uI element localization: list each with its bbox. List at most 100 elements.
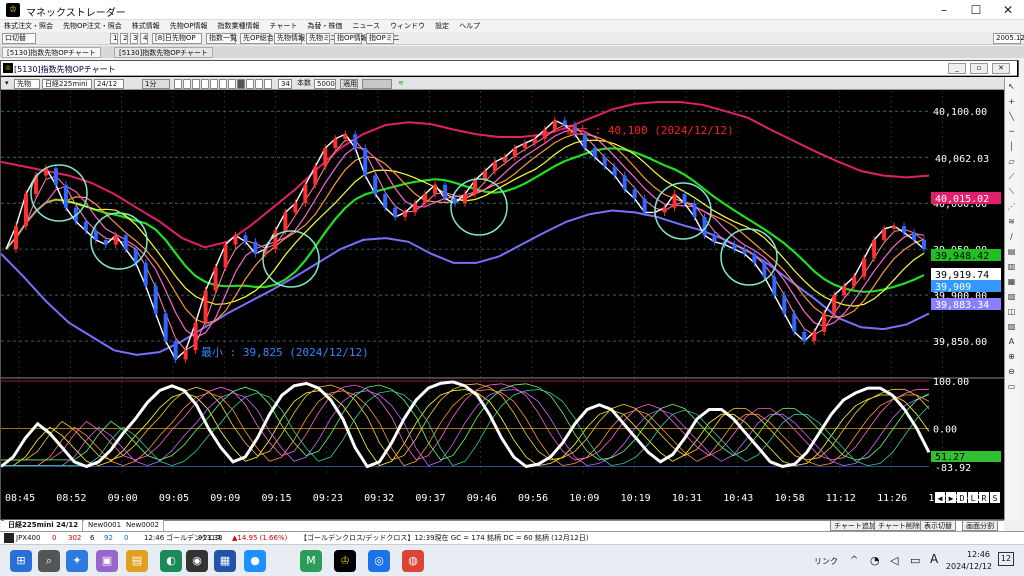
drawing-tool-icon-12[interactable]: ▥ bbox=[1005, 260, 1018, 273]
chart-plot-area[interactable]: 40,100.0040,050.0040,000.0039,950.0039,9… bbox=[1, 91, 1004, 509]
menu-item-10[interactable]: ヘルプ bbox=[459, 21, 480, 31]
monex-icon[interactable]: ♔ bbox=[334, 550, 356, 572]
count-field[interactable]: 34 bbox=[278, 79, 292, 89]
chart-tool-icon-4[interactable] bbox=[210, 79, 218, 89]
toolbar-button-6[interactable]: 指数一覧 bbox=[206, 33, 237, 44]
window-tab-2[interactable]: [5130]指数先物OPチャート bbox=[114, 47, 213, 58]
sheet-tab-3[interactable]: New0002 bbox=[122, 520, 165, 531]
delete-chart-button[interactable]: チャート削除 bbox=[874, 520, 924, 531]
volume-icon[interactable]: ◁ bbox=[890, 554, 898, 567]
edge-icon[interactable]: ◎ bbox=[368, 550, 390, 572]
signal-wave-icon[interactable]: ≋ bbox=[396, 79, 406, 89]
menu-item-4[interactable]: 指数業種情報 bbox=[217, 21, 259, 31]
toolbar-button-1[interactable]: 1 bbox=[110, 33, 118, 44]
notification-icon[interactable]: 12 bbox=[998, 552, 1014, 566]
search-icon[interactable]: ⌕ bbox=[38, 550, 60, 572]
menu-item-5[interactable]: チャート bbox=[269, 21, 297, 31]
menu-item-1[interactable]: 先物OP注文・照会 bbox=[63, 21, 122, 31]
add-chart-button[interactable]: チャート追加 bbox=[830, 520, 880, 531]
wifi-icon[interactable]: ◔ bbox=[870, 554, 880, 567]
chart-tool-icon-9[interactable] bbox=[255, 79, 263, 89]
window-tab-1[interactable]: [5130]指数先物OPチャート bbox=[2, 47, 101, 58]
drawing-tool-icon-5[interactable]: ▱ bbox=[1005, 155, 1018, 168]
drawing-tool-icon-9[interactable]: ≋ bbox=[1005, 215, 1018, 228]
chart-restore-button[interactable]: ▫ bbox=[970, 63, 988, 74]
ime-indicator[interactable]: A bbox=[930, 552, 938, 566]
toolbar-button-7[interactable]: 先OP総合 bbox=[240, 33, 274, 44]
menu-item-2[interactable]: 株式情報 bbox=[132, 21, 160, 31]
drawing-tool-icon-19[interactable]: ⊖ bbox=[1005, 365, 1018, 378]
ticker-symbol[interactable]: JPX400 bbox=[16, 533, 40, 543]
menu-item-7[interactable]: ニュース bbox=[352, 21, 380, 31]
drawing-tool-icon-20[interactable]: ▭ bbox=[1005, 380, 1018, 393]
chart-close-button[interactable]: ✕ bbox=[992, 63, 1010, 74]
symbol-select[interactable]: 日経225mini bbox=[42, 79, 92, 89]
tray-links[interactable]: リンク bbox=[814, 556, 838, 567]
app-icon-2[interactable]: ● bbox=[244, 550, 266, 572]
toolbar-button-4[interactable]: 4 bbox=[140, 33, 148, 44]
chart-tool-icon-1[interactable] bbox=[183, 79, 191, 89]
edge-dev-icon[interactable]: ◐ bbox=[160, 550, 182, 572]
minimize-button[interactable]: – bbox=[928, 0, 960, 20]
drawing-tool-icon-3[interactable]: ─ bbox=[1005, 125, 1018, 138]
sheet-tab-1[interactable]: 日経225mini 24/12 bbox=[4, 520, 84, 531]
blank-control[interactable] bbox=[362, 79, 392, 89]
bars-field[interactable]: 5000 bbox=[314, 79, 336, 89]
drawing-tool-icon-0[interactable]: ↖ bbox=[1005, 80, 1018, 93]
camera-icon[interactable]: ◉ bbox=[186, 550, 208, 572]
drawing-tool-icon-6[interactable]: ⟋ bbox=[1005, 170, 1018, 183]
clock-time[interactable]: 12:46 bbox=[950, 550, 990, 559]
chart-tool-icon-7[interactable] bbox=[237, 79, 245, 89]
chart-tool-icon-2[interactable] bbox=[192, 79, 200, 89]
drawing-tool-icon-11[interactable]: ▤ bbox=[1005, 245, 1018, 258]
chart-tool-icon-8[interactable] bbox=[246, 79, 254, 89]
drawing-tool-icon-8[interactable]: ⋰ bbox=[1005, 200, 1018, 213]
interval-button[interactable]: 1分 bbox=[142, 79, 170, 89]
drawing-tool-icon-17[interactable]: A bbox=[1005, 335, 1018, 348]
battery-icon[interactable]: ▭ bbox=[910, 554, 920, 567]
chrome-icon[interactable]: ◍ bbox=[402, 550, 424, 572]
toolbar-button-2[interactable]: 2 bbox=[120, 33, 128, 44]
chart-tool-icon-10[interactable] bbox=[264, 79, 272, 89]
menu-item-0[interactable]: 株式注文・照会 bbox=[4, 21, 53, 31]
toolbar-right-field[interactable]: 2005.12 bbox=[993, 33, 1024, 44]
menu-item-8[interactable]: ウィンドウ bbox=[390, 21, 425, 31]
chart-minimize-button[interactable]: _ bbox=[948, 63, 966, 74]
split-screen-button[interactable]: 画面分割 bbox=[962, 520, 998, 531]
drawing-tool-icon-16[interactable]: ▨ bbox=[1005, 320, 1018, 333]
copilot-icon[interactable]: ✦ bbox=[66, 550, 88, 572]
drawing-tool-icon-13[interactable]: ▦ bbox=[1005, 275, 1018, 288]
chart-dropdown-arrow-icon[interactable]: ▾ bbox=[3, 79, 11, 89]
drawing-tool-icon-2[interactable]: ╲ bbox=[1005, 110, 1018, 123]
toolbar-button-11[interactable]: 指OPミニ bbox=[366, 33, 400, 44]
drawing-tool-icon-7[interactable]: ⟍ bbox=[1005, 185, 1018, 198]
close-button[interactable]: ✕ bbox=[992, 0, 1024, 20]
drawing-tool-icon-1[interactable]: + bbox=[1005, 95, 1018, 108]
toolbar-button-3[interactable]: 3 bbox=[130, 33, 138, 44]
drawing-tool-icon-15[interactable]: ◫ bbox=[1005, 305, 1018, 318]
clock-date[interactable]: 2024/12/12 bbox=[942, 562, 992, 571]
sheet-tab-2[interactable]: New0001 bbox=[84, 520, 127, 531]
files-icon[interactable]: ▣ bbox=[96, 550, 118, 572]
start-icon[interactable]: ⊞ bbox=[10, 550, 32, 572]
toolbar-button-5[interactable]: [8]日先物OP bbox=[152, 33, 202, 44]
toolbar-button-9[interactable]: 先物ミニ bbox=[306, 33, 337, 44]
drawing-tool-icon-18[interactable]: ⊕ bbox=[1005, 350, 1018, 363]
display-toggle-button[interactable]: 表示切替 bbox=[920, 520, 956, 531]
toolbar-button-0[interactable]: 口切替 bbox=[2, 33, 36, 44]
chart-tool-icon-0[interactable] bbox=[174, 79, 182, 89]
instrument-type-select[interactable]: 先物 bbox=[14, 79, 40, 89]
apply-button[interactable]: 適用 bbox=[340, 79, 358, 89]
maximize-button[interactable]: ☐ bbox=[960, 0, 992, 20]
app-icon[interactable]: ▦ bbox=[214, 550, 236, 572]
tray-chevron-icon[interactable]: ^ bbox=[850, 555, 858, 566]
chart-tool-icon-3[interactable] bbox=[201, 79, 209, 89]
menu-item-9[interactable]: 設定 bbox=[435, 21, 449, 31]
menu-item-3[interactable]: 先物OP情報 bbox=[170, 21, 208, 31]
drawing-tool-icon-14[interactable]: ▧ bbox=[1005, 290, 1018, 303]
drawing-tool-icon-4[interactable]: │ bbox=[1005, 140, 1018, 153]
chart-tool-icon-6[interactable] bbox=[228, 79, 236, 89]
contract-month-select[interactable]: 24/12 bbox=[94, 79, 124, 89]
menu-item-6[interactable]: 為替・株価 bbox=[307, 21, 342, 31]
explorer-icon[interactable]: ▤ bbox=[126, 550, 148, 572]
